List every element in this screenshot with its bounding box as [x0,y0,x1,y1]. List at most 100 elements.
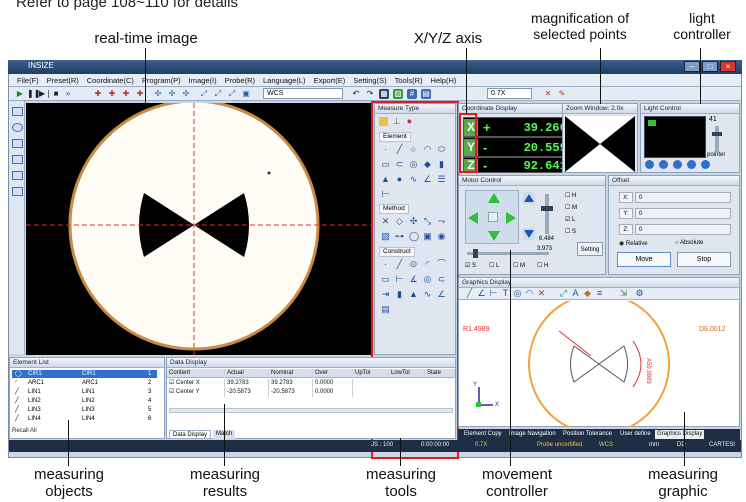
mode-s-checkbox[interactable]: ☑ S [465,262,476,269]
graphic-ruler-icon[interactable]: ≡ [595,289,604,298]
speed-slider-thumb[interactable] [541,206,553,211]
table-icon[interactable]: ▤ [421,89,431,99]
menu-program[interactable]: Program(P) [142,76,181,85]
light-slider-track[interactable] [715,126,719,152]
relative-radio[interactable]: ◉ Relative [619,240,648,247]
graphic-line-icon[interactable]: ╱ [465,289,474,298]
window-icon[interactable] [12,139,23,148]
probe-arc-icon[interactable]: ✚ [135,89,145,99]
menu-coordinate[interactable]: Coordinate(C) [87,76,134,85]
tab-position-tolerance[interactable]: Position Tolerance [561,430,614,439]
play-icon[interactable]: ▶ [15,89,25,99]
lens-icon[interactable] [12,123,23,132]
graphic-text-icon[interactable]: T [501,289,510,298]
graphic-circle-icon[interactable]: ◎ [513,289,522,298]
image-icon[interactable]: ▨ [393,89,403,99]
stop-button[interactable]: Stop [677,252,731,267]
graphic-delete-icon[interactable]: ✕ [537,289,546,298]
report-icon[interactable] [12,171,23,180]
tab-graphics-display[interactable]: Graphics Display [655,430,705,439]
element-row-lin4[interactable]: ╱ LIN4 LIN4 6 [12,415,157,423]
ring-light-5-icon[interactable] [701,160,710,169]
tab-image-navigation[interactable]: Image Navigation [507,430,558,439]
mode-m-checkbox[interactable]: ☐ M [513,262,525,269]
mode-h-checkbox[interactable]: ☐ H [537,262,548,269]
ring-light-1-icon[interactable] [645,160,654,169]
table-row[interactable]: ☑ Center Y -20.5873 -20.5873 0.0000 [167,388,455,397]
light-preview[interactable] [644,116,706,158]
graphic-angle-icon[interactable]: ∠ [477,289,486,298]
element-row-cir1[interactable]: ◯ CIR1 CIR1 1 [12,370,157,378]
graphic-paint-icon[interactable]: ◆ [583,289,592,298]
save-icon[interactable]: ▣ [241,89,251,99]
stop-icon[interactable]: ■ [51,89,61,99]
edge-3-icon[interactable]: ⤢ [227,89,237,99]
step-icon[interactable]: ▶❘ [39,89,52,99]
menu-file[interactable]: File(F) [17,76,39,85]
probe-point-icon[interactable]: ✚ [93,89,103,99]
focus-2-icon[interactable]: ✣ [167,89,177,99]
step-slider-thumb[interactable] [473,249,478,258]
ring-light-2-icon[interactable] [659,160,668,169]
menu-setting[interactable]: Setting(S) [353,76,386,85]
wcs-select[interactable]: WCS [263,88,343,99]
edge-2-icon[interactable]: ⤢ [213,89,223,99]
speed-m-checkbox[interactable]: ☐ M [565,204,577,211]
export-icon[interactable] [12,187,23,196]
tab-element-copy[interactable]: Element Copy [462,430,504,439]
measure-icon[interactable] [12,155,23,164]
step-slider-track[interactable] [467,252,549,255]
tab-user-define[interactable]: User define [618,430,653,439]
pause-icon[interactable]: ❚❚ [27,89,40,99]
offset-y-input[interactable]: 0 [635,208,731,219]
undo-icon[interactable]: ↶ [351,89,361,99]
pointer-checkbox-label[interactable]: pointer [707,152,725,158]
cross-icon[interactable]: ✕ [543,89,553,99]
graphic-export-icon[interactable]: ⇲ [619,289,628,298]
graphic-settings-icon[interactable]: ⚙ [635,289,644,298]
speed-h-checkbox[interactable]: ☐ H [565,192,576,199]
real-time-image[interactable] [26,103,372,355]
jog-down-button[interactable] [488,231,500,241]
fast-forward-icon[interactable]: » [63,89,73,99]
jog-z-down-button[interactable] [524,230,534,238]
menu-tools[interactable]: Tools(R) [395,76,423,85]
jog-z-up-button[interactable] [524,194,534,202]
menu-image[interactable]: Image(I) [189,76,217,85]
graphics-canvas[interactable] [459,301,739,427]
ring-light-4-icon[interactable] [687,160,696,169]
light-slider-thumb[interactable] [712,132,722,136]
edge-1-icon[interactable]: ⤢ [199,89,209,99]
data-scrollbar[interactable] [169,408,453,413]
focus-1-icon[interactable]: ✣ [153,89,163,99]
menu-export[interactable]: Export(E) [314,76,346,85]
speed-l-checkbox[interactable]: ☑ L [565,216,575,223]
offset-z-input[interactable]: 0 [635,224,731,235]
minimize-button[interactable]: – [684,61,700,72]
speed-s-checkbox[interactable]: ☐ S [565,228,576,235]
element-row-lin3[interactable]: ╱ LIN3 LIN3 5 [12,406,157,414]
maximize-button[interactable]: □ [702,61,718,72]
graphic-fit-icon[interactable]: ⤢ [559,289,568,298]
absolute-radio[interactable]: ○ Absolute [675,240,703,246]
jog-up-button[interactable] [488,193,500,203]
camera-icon[interactable] [12,107,23,116]
element-row-lin1[interactable]: ╱ LIN1 LIN1 3 [12,388,157,396]
menu-language[interactable]: Language(L) [263,76,306,85]
move-button[interactable]: Move [617,252,671,267]
tool-icon[interactable]: ✎ [557,89,567,99]
focus-3-icon[interactable]: ✣ [181,89,191,99]
graphic-label-icon[interactable]: A [571,289,580,298]
recall-all-button[interactable]: Recall All [12,428,37,434]
speed-slider-track[interactable] [545,194,549,234]
menu-help[interactable]: Help(H) [431,76,457,85]
setting-button[interactable]: Setting [577,242,603,256]
zoom-select[interactable]: 0.7X [487,88,532,99]
layout-icon[interactable]: ▦ [379,89,389,99]
jog-center-button[interactable] [488,212,498,222]
close-button[interactable]: × [720,61,736,72]
menu-preset[interactable]: Preset(R) [47,76,79,85]
menu-probe[interactable]: Probe(R) [225,76,255,85]
graphic-arc-icon[interactable]: ◠ [525,289,534,298]
table-row[interactable]: ☑ Center X 39.2783 39.2783 0.0000 [167,379,455,388]
